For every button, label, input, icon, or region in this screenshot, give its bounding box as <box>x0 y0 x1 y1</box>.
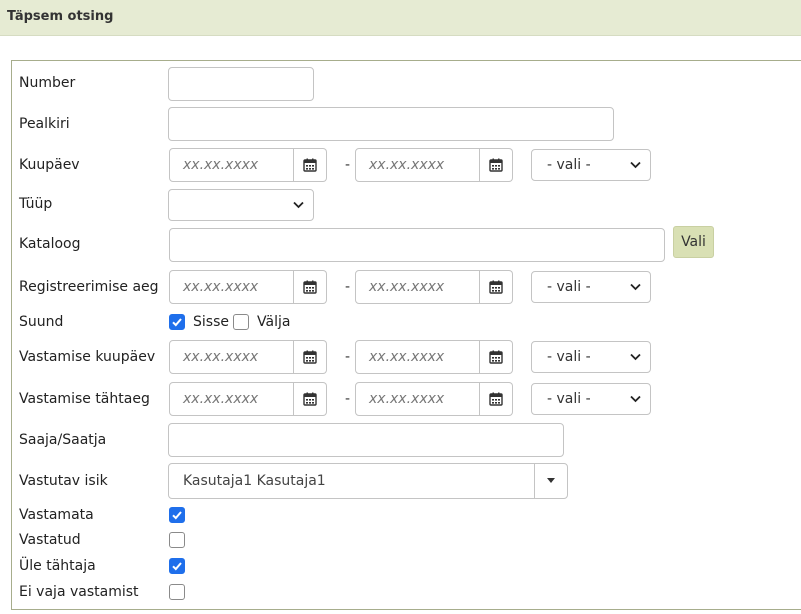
check-icon <box>172 318 182 327</box>
reply-deadline-from-calendar-button[interactable] <box>294 382 327 416</box>
label-reply-deadline: Vastamise tähtaeg <box>19 391 150 407</box>
unanswered-checkbox[interactable] <box>169 507 185 523</box>
direction-in-label: Sisse <box>193 314 229 330</box>
advanced-search-header: Täpsem otsing <box>0 0 801 36</box>
chevron-down-icon <box>630 395 641 403</box>
overdue-checkbox[interactable] <box>169 558 185 574</box>
label-number: Number <box>19 75 76 91</box>
catalog-choose-button[interactable]: Vali <box>673 226 714 258</box>
date-placeholder: xx.xx.xxxx <box>369 391 445 407</box>
calendar-icon <box>489 158 503 172</box>
responsible-combobox[interactable]: Kasutaja1 Kasutaja1 <box>168 463 568 499</box>
reply-deadline-from-input[interactable]: xx.xx.xxxx <box>169 382 294 416</box>
calendar-icon <box>303 392 317 406</box>
select-value: - vali - <box>547 349 591 365</box>
chevron-down-icon <box>630 353 641 361</box>
registration-to-input[interactable]: xx.xx.xxxx <box>355 270 480 304</box>
label-registration-time: Registreerimise aeg <box>19 279 159 295</box>
calendar-icon <box>303 350 317 364</box>
caret-down-icon <box>547 478 555 483</box>
responsible-dropdown-button[interactable] <box>535 464 567 498</box>
date-placeholder: xx.xx.xxxx <box>183 279 259 295</box>
check-icon <box>172 562 182 571</box>
date-placeholder: xx.xx.xxxx <box>369 279 445 295</box>
registration-period-select[interactable]: - vali - <box>531 271 651 303</box>
date-to-calendar-button[interactable] <box>480 148 513 182</box>
date-period-select[interactable]: - vali - <box>531 149 651 181</box>
chevron-down-icon <box>293 201 304 209</box>
date-range-dash: - <box>345 391 351 407</box>
date-placeholder: xx.xx.xxxx <box>183 391 259 407</box>
date-from-calendar-button[interactable] <box>294 148 327 182</box>
calendar-icon <box>489 280 503 294</box>
calendar-icon <box>303 280 317 294</box>
reply-deadline-to-input[interactable]: xx.xx.xxxx <box>355 382 480 416</box>
registration-from-input[interactable]: xx.xx.xxxx <box>169 270 294 304</box>
date-range-dash: - <box>345 349 351 365</box>
label-unanswered: Vastamata <box>19 507 94 523</box>
calendar-icon <box>303 158 317 172</box>
date-placeholder: xx.xx.xxxx <box>183 157 259 173</box>
date-range-dash: - <box>345 279 351 295</box>
label-overdue: Üle tähtaja <box>19 558 96 574</box>
label-title: Pealkiri <box>19 116 70 132</box>
label-answered: Vastatud <box>19 532 81 548</box>
type-select[interactable] <box>168 189 314 221</box>
reply-deadline-period-select[interactable]: - vali - <box>531 383 651 415</box>
date-placeholder: xx.xx.xxxx <box>183 349 259 365</box>
label-reply-date: Vastamise kuupäev <box>19 349 156 365</box>
date-to-input[interactable]: xx.xx.xxxx <box>355 148 480 182</box>
check-icon <box>172 511 182 520</box>
search-form-panel <box>11 60 801 610</box>
direction-out-checkbox[interactable] <box>233 314 249 330</box>
page-title: Täpsem otsing <box>7 9 114 24</box>
direction-out-label: Välja <box>257 314 291 330</box>
select-value: - vali - <box>547 157 591 173</box>
number-input[interactable] <box>168 67 314 101</box>
title-input[interactable] <box>168 107 614 141</box>
label-responsible: Vastutav isik <box>19 473 108 489</box>
direction-in-checkbox[interactable] <box>169 314 185 330</box>
registration-to-calendar-button[interactable] <box>480 270 513 304</box>
label-no-reply-needed: Ei vaja vastamist <box>19 584 139 600</box>
select-value: - vali - <box>547 391 591 407</box>
registration-from-calendar-button[interactable] <box>294 270 327 304</box>
date-placeholder: xx.xx.xxxx <box>369 157 445 173</box>
reply-date-to-input[interactable]: xx.xx.xxxx <box>355 340 480 374</box>
label-type: Tüüp <box>19 196 53 212</box>
chevron-down-icon <box>630 161 641 169</box>
label-date: Kuupäev <box>19 157 80 173</box>
responsible-value: Kasutaja1 Kasutaja1 <box>183 473 326 489</box>
date-from-input[interactable]: xx.xx.xxxx <box>169 148 294 182</box>
no-reply-needed-checkbox[interactable] <box>169 584 185 600</box>
catalog-input[interactable] <box>169 228 665 262</box>
reply-deadline-to-calendar-button[interactable] <box>480 382 513 416</box>
label-recipient-sender: Saaja/Saatja <box>19 432 107 448</box>
reply-date-to-calendar-button[interactable] <box>480 340 513 374</box>
reply-date-from-input[interactable]: xx.xx.xxxx <box>169 340 294 374</box>
calendar-icon <box>489 350 503 364</box>
recipient-sender-input[interactable] <box>168 423 564 457</box>
answered-checkbox[interactable] <box>169 532 185 548</box>
label-catalog: Kataloog <box>19 236 81 252</box>
reply-date-from-calendar-button[interactable] <box>294 340 327 374</box>
label-direction: Suund <box>19 314 64 330</box>
reply-date-period-select[interactable]: - vali - <box>531 341 651 373</box>
calendar-icon <box>489 392 503 406</box>
date-placeholder: xx.xx.xxxx <box>369 349 445 365</box>
chevron-down-icon <box>630 283 641 291</box>
select-value: - vali - <box>547 279 591 295</box>
date-range-dash: - <box>345 157 351 173</box>
